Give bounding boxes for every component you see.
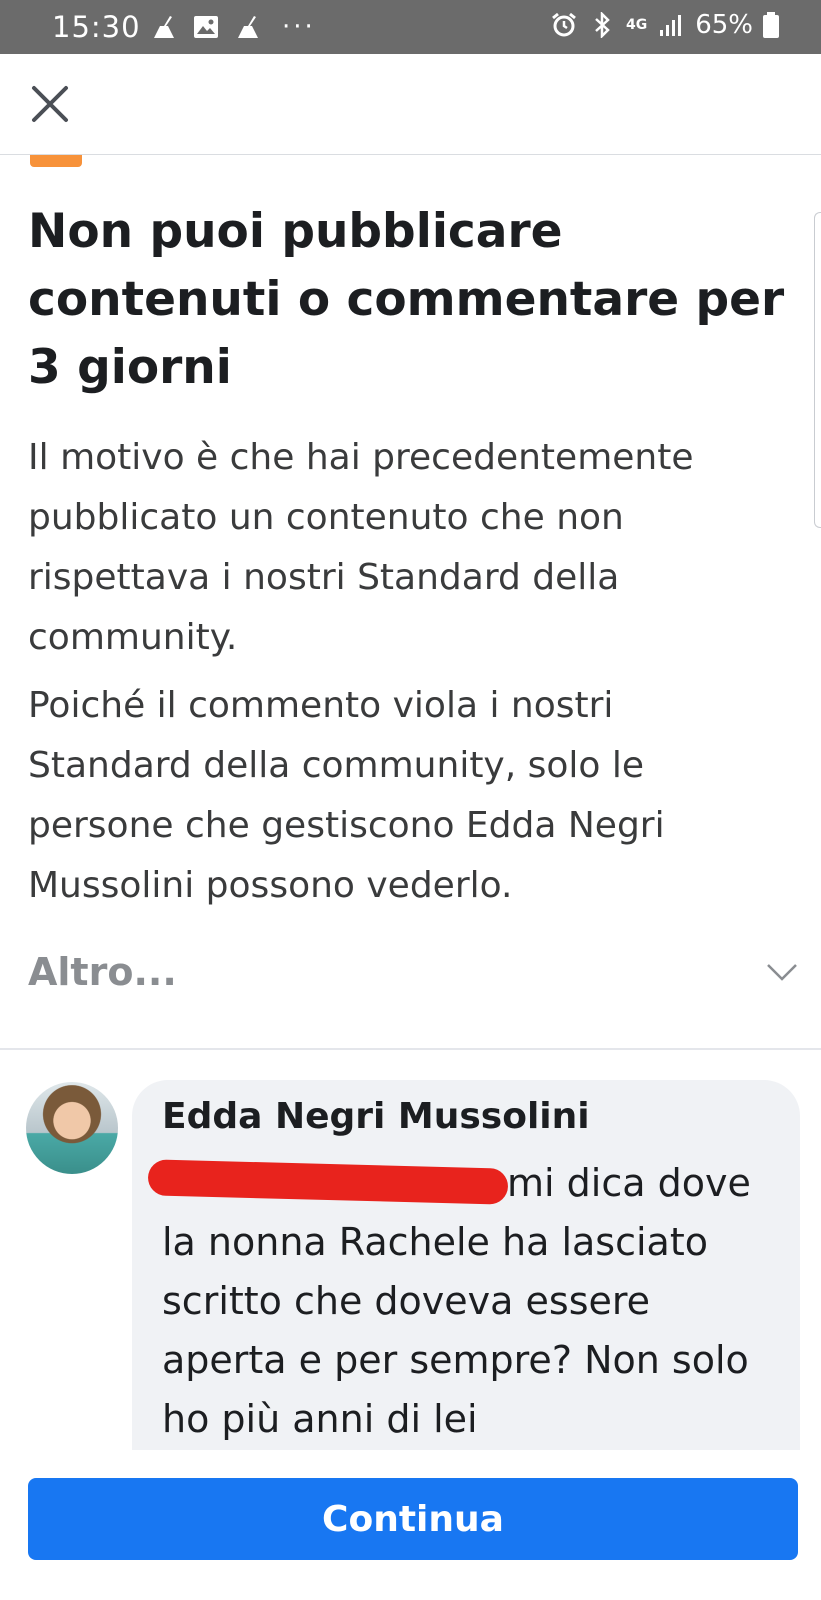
- comment-text-content: mi dica dove la nonna Rachele ha lasciat…: [162, 1161, 751, 1441]
- status-bar: 15:30 ··· 4G 65%: [0, 0, 821, 54]
- chevron-down-icon: [767, 964, 797, 981]
- notice-visibility: Poiché il commento viola i nostri Standa…: [28, 685, 665, 906]
- close-button[interactable]: [28, 82, 72, 126]
- battery-icon: [763, 12, 779, 38]
- avatar: [26, 1082, 118, 1174]
- broom-icon: [154, 16, 174, 38]
- continue-button[interactable]: Continua: [28, 1478, 798, 1560]
- more-toggle[interactable]: Altro...: [28, 950, 798, 1014]
- status-time: 15:30: [52, 10, 141, 44]
- close-icon: [32, 86, 68, 122]
- network-type: 4G: [625, 17, 648, 33]
- more-label: Altro...: [28, 950, 177, 994]
- signal-bars-icon: [660, 15, 682, 36]
- comment-text: mi dica dove la nonna Rachele ha lasciat…: [162, 1154, 782, 1449]
- notice-title: Non puoi pubblicare contenuti o commenta…: [28, 204, 785, 395]
- overflow-dots: ···: [282, 12, 316, 42]
- status-notification-icons: ···: [150, 12, 316, 42]
- battery-percent: 65%: [695, 10, 753, 40]
- comment-author: Edda Negri Mussolini: [162, 1096, 590, 1137]
- divider: [0, 1048, 821, 1050]
- bluetooth-icon: [595, 12, 610, 38]
- status-system-icons: 4G 65%: [550, 10, 779, 40]
- broom-icon: [238, 16, 258, 38]
- alarm-icon: [552, 12, 576, 37]
- dialog-header: [0, 54, 821, 155]
- warning-icon: [30, 155, 82, 167]
- image-icon: [194, 16, 218, 38]
- notice-reason: Il motivo è che hai precedentemente pubb…: [28, 437, 694, 658]
- scrollbar[interactable]: [814, 212, 821, 528]
- comment-bubble: Edda Negri Mussolini mi dica dove la non…: [132, 1080, 800, 1450]
